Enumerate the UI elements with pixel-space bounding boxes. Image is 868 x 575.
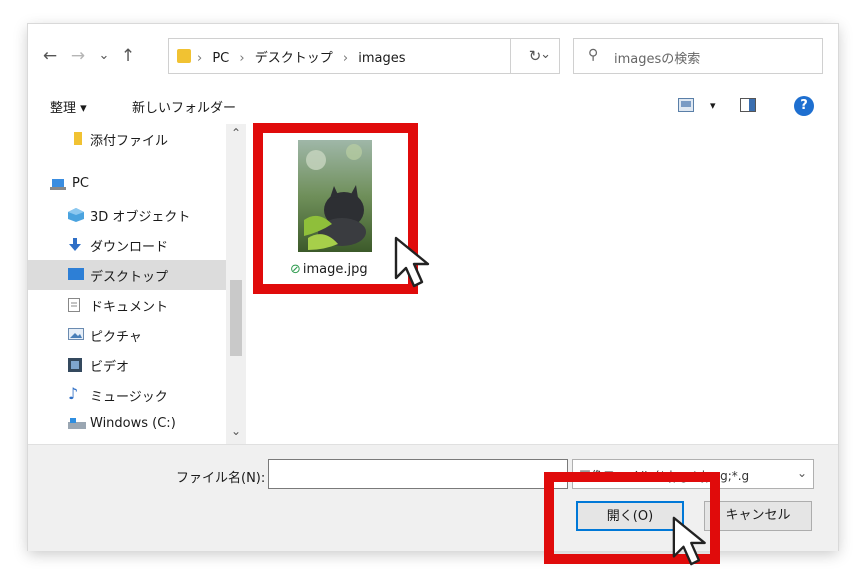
- search-box[interactable]: ⚲ imagesの検索: [573, 38, 823, 74]
- scrollbar-thumb[interactable]: [230, 280, 242, 356]
- breadcrumb-desktop[interactable]: デスクトップ: [255, 51, 333, 66]
- address-bar-row: ← → ⌄ ↑ › PC › デスクトップ › images ⌄ ↻ ⚲ ima…: [28, 24, 838, 88]
- view-dropdown-icon[interactable]: ▾: [710, 99, 716, 112]
- nav-item-pictures[interactable]: ピクチャ: [28, 320, 226, 350]
- breadcrumb-separator: ›: [239, 51, 245, 66]
- nav-item-label: ピクチャ: [90, 330, 142, 345]
- nav-item-music[interactable]: ♪ ミュージック: [28, 380, 226, 410]
- refresh-button[interactable]: ↻: [510, 38, 560, 74]
- nav-item-label: Windows (C:): [90, 416, 176, 431]
- document-icon: [68, 298, 82, 312]
- video-icon: [68, 358, 82, 372]
- nav-item-label: PC: [72, 176, 89, 191]
- back-button[interactable]: ←: [40, 46, 60, 66]
- organize-button[interactable]: 整理 ▾: [50, 97, 87, 116]
- recent-locations-button[interactable]: ⌄: [94, 46, 114, 66]
- music-icon: ♪: [68, 384, 79, 403]
- pictures-icon: [68, 328, 84, 341]
- cube-icon: [68, 208, 84, 222]
- new-folder-button[interactable]: 新しいフォルダー: [132, 97, 236, 116]
- nav-scrollbar[interactable]: ⌃ ⌄: [226, 124, 246, 444]
- scroll-up-icon[interactable]: ⌃: [231, 126, 241, 140]
- breadcrumb-separator: ›: [342, 51, 349, 66]
- nav-item-attachments[interactable]: 添付ファイル: [28, 124, 226, 154]
- nav-item-videos[interactable]: ビデオ: [28, 350, 226, 380]
- nav-item-windows-c[interactable]: Windows (C:): [28, 410, 226, 440]
- filename-input[interactable]: [268, 459, 568, 489]
- search-placeholder: imagesの検索: [614, 52, 701, 67]
- folder-icon: [74, 132, 82, 145]
- nav-item-label: ドキュメント: [90, 300, 169, 315]
- nav-item-label: 添付ファイル: [90, 134, 169, 149]
- breadcrumb-separator: ›: [197, 51, 203, 66]
- desktop-icon: [68, 268, 84, 281]
- chevron-down-icon: ⌄: [796, 466, 807, 480]
- nav-item-pc[interactable]: PC: [28, 170, 226, 200]
- scroll-down-icon[interactable]: ⌄: [231, 424, 241, 438]
- drive-icon: [68, 418, 86, 431]
- navigation-pane: 添付ファイル PC 3D オブジェクト ダウンロード デスクトップ ドキュメント…: [28, 124, 246, 444]
- help-icon[interactable]: ?: [794, 96, 814, 116]
- nav-item-label: ビデオ: [90, 360, 130, 375]
- breadcrumb: › PC › デスクトップ › images: [197, 47, 412, 66]
- mouse-cursor-icon: [670, 514, 724, 572]
- nav-item-documents[interactable]: ドキュメント: [28, 290, 226, 320]
- search-icon: ⚲: [588, 47, 599, 63]
- mouse-cursor-icon: [392, 234, 448, 294]
- nav-item-3d-objects[interactable]: 3D オブジェクト: [28, 200, 226, 230]
- nav-item-downloads[interactable]: ダウンロード: [28, 230, 226, 260]
- breadcrumb-images[interactable]: images: [358, 51, 405, 66]
- preview-pane-icon[interactable]: [740, 98, 756, 116]
- breadcrumb-pc[interactable]: PC: [212, 51, 229, 66]
- nav-item-label: ミュージック: [90, 390, 168, 405]
- folder-icon: [177, 49, 191, 63]
- filename-label: ファイル名(N):: [176, 471, 266, 486]
- nav-item-label: 3D オブジェクト: [90, 210, 191, 225]
- nav-item-label: デスクトップ: [90, 270, 169, 285]
- command-toolbar: 整理 ▾ 新しいフォルダー ▾ ?: [28, 88, 838, 124]
- address-field[interactable]: › PC › デスクトップ › images ⌄: [168, 38, 560, 74]
- view-options-icon[interactable]: [678, 98, 694, 116]
- nav-item-desktop[interactable]: デスクトップ: [28, 260, 226, 290]
- forward-button[interactable]: →: [68, 46, 88, 66]
- pc-icon: [50, 178, 66, 191]
- download-icon: [68, 238, 82, 251]
- nav-item-label: ダウンロード: [90, 240, 169, 255]
- up-button[interactable]: ↑: [118, 46, 138, 66]
